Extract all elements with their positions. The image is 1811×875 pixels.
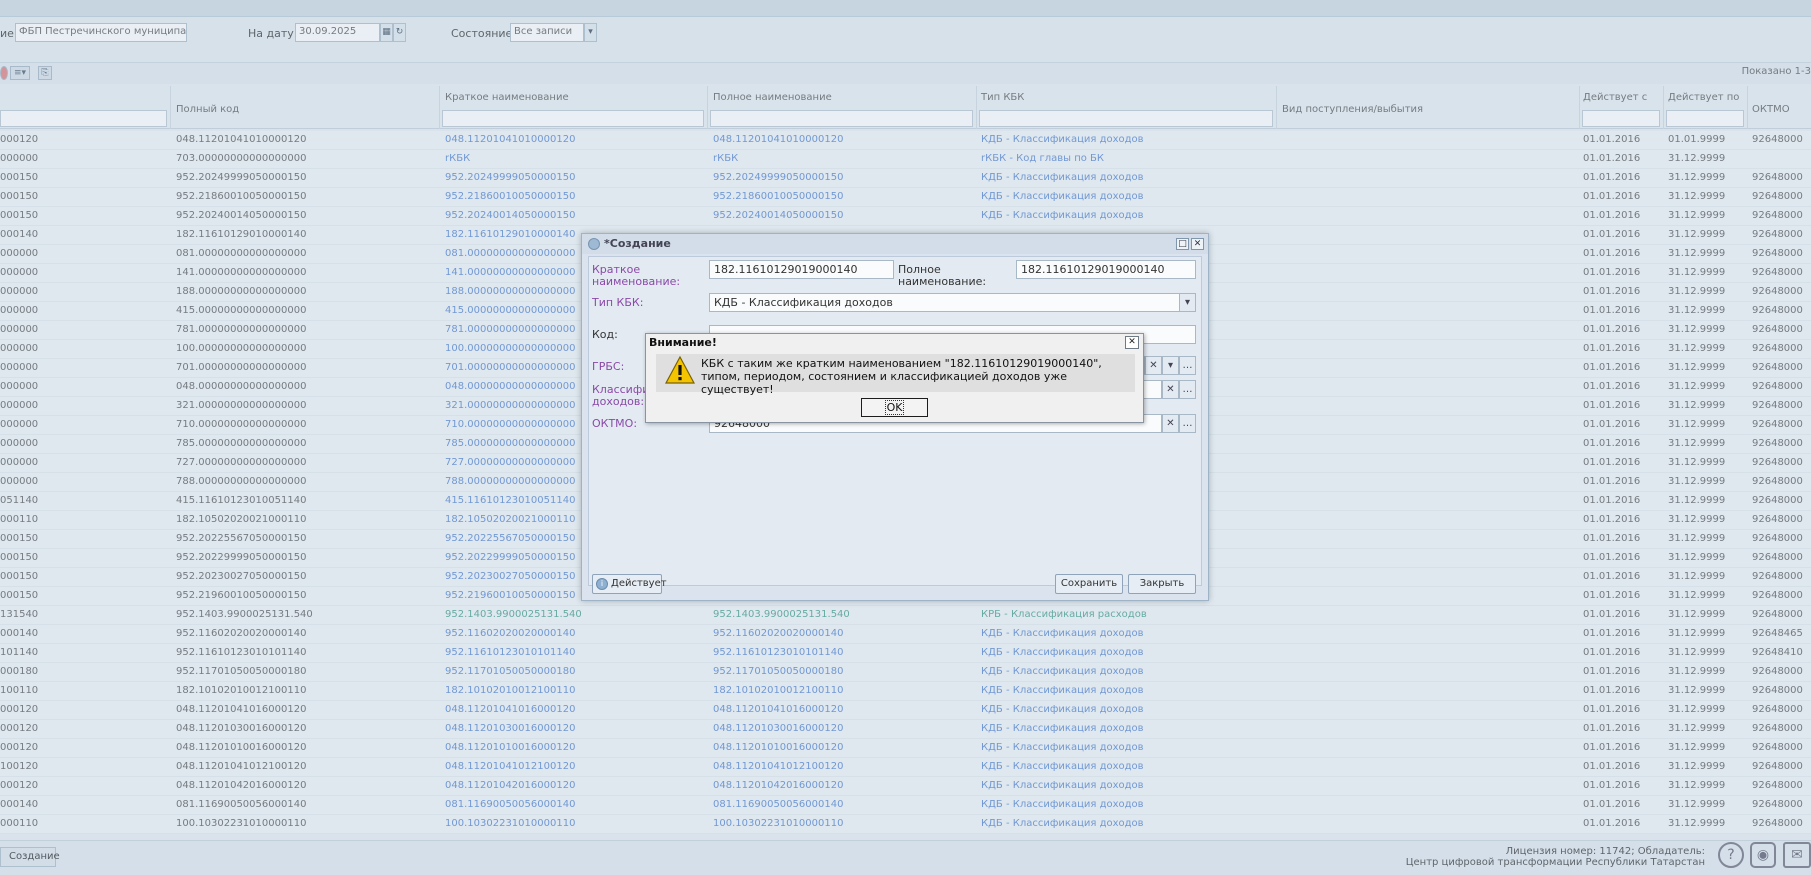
warning-dialog: Внимание! ✕ КБК с таким же кратким наиме… [645,333,1144,423]
dialog-message: КБК с таким же кратким наименованием "18… [701,357,1102,396]
ellipsis-icon[interactable]: … [1179,356,1196,375]
grbs-label: ГРБС: [592,360,625,373]
code-label: Код: [592,328,618,341]
dialog-title: Внимание! [649,336,717,349]
chevron-down-icon[interactable]: ▾ [1162,356,1179,375]
oktmo-label: ОКТМО: [592,417,638,430]
chevron-down-icon[interactable]: ▾ [1179,293,1196,312]
short-name-input[interactable]: 182.11610129019000140 [709,260,894,279]
clear-icon[interactable]: ✕ [1145,356,1162,375]
ok-button-label: OK [884,400,905,415]
full-name-label: Полное наименование: [898,263,987,288]
maximize-icon[interactable]: □ [1176,238,1189,250]
info-icon: i [596,578,608,590]
window-title[interactable]: *Создание [582,234,1208,254]
close-icon[interactable]: ✕ [1125,336,1139,349]
active-toggle-label: Действует [611,578,667,589]
short-name-label: Краткое наименование: [592,263,681,288]
ellipsis-icon[interactable]: … [1179,414,1196,433]
warning-icon [665,356,695,384]
save-button[interactable]: Сохранить [1055,574,1123,594]
clear-icon[interactable]: ✕ [1162,380,1179,399]
clear-icon[interactable]: ✕ [1162,414,1179,433]
ellipsis-icon[interactable]: … [1179,380,1196,399]
close-icon[interactable]: ✕ [1191,238,1204,250]
full-name-input[interactable]: 182.11610129019000140 [1016,260,1196,279]
kbk-type-label: Тип КБК: [592,296,644,309]
kbk-type-select[interactable]: КДБ - Классификация доходов [709,293,1180,312]
ok-button[interactable]: OK [861,398,928,417]
window-icon [588,238,600,250]
close-button[interactable]: Закрыть [1128,574,1196,594]
active-toggle-button[interactable]: i Действует [592,574,667,594]
